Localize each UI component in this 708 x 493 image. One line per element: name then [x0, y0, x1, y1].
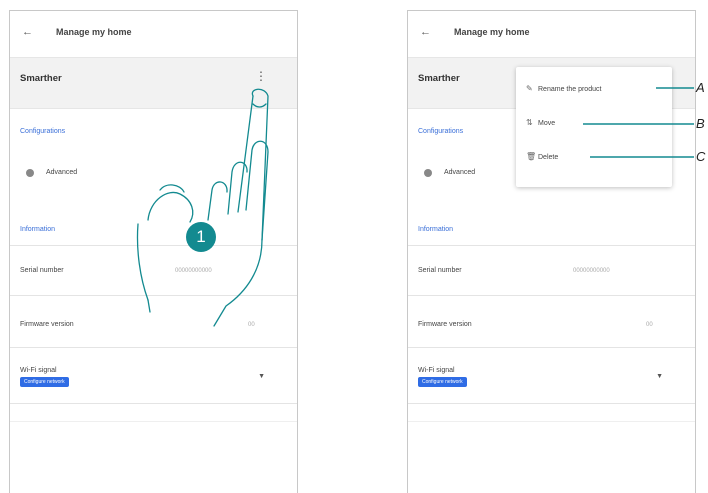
- step-marker: 1: [186, 222, 216, 252]
- callout-label-c: C: [696, 149, 706, 164]
- callout-label-a: A: [696, 80, 705, 95]
- pointing-hand-illustration: [136, 88, 269, 327]
- callout-label-b: B: [696, 116, 705, 131]
- annotation-overlay: [136, 87, 694, 327]
